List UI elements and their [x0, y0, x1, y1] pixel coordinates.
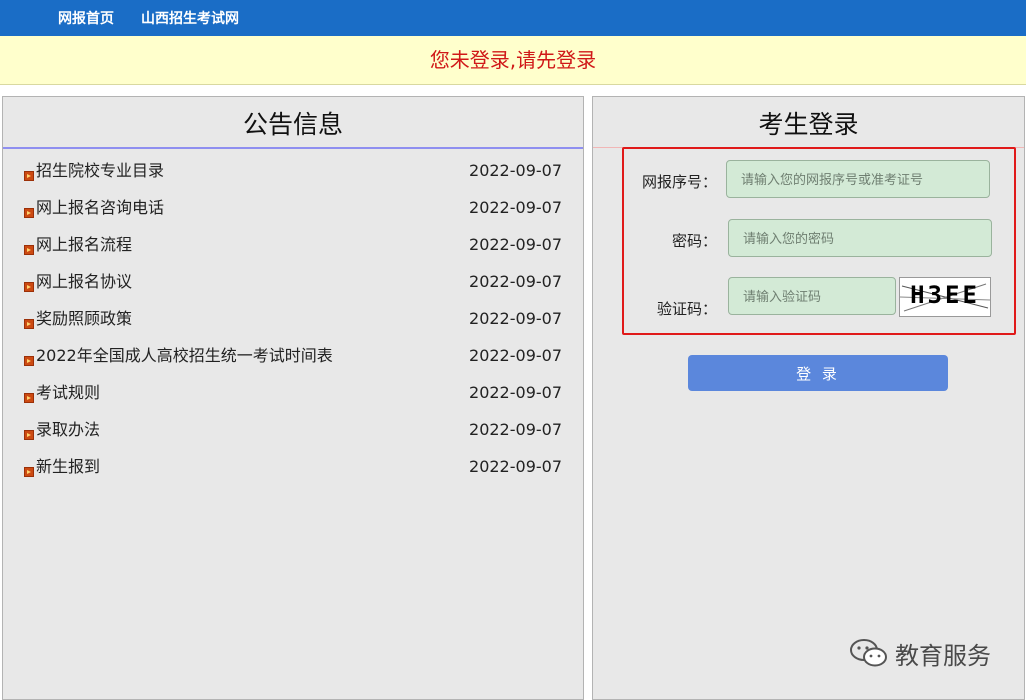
announcement-date: 2022-09-07: [469, 161, 562, 180]
login-button[interactable]: 登 录: [688, 355, 948, 391]
announcement-date: 2022-09-07: [469, 383, 562, 402]
reg-number-label: 网报序号：: [641, 173, 717, 191]
wechat-icon: [850, 639, 887, 667]
announcement-title: 公告信息: [3, 97, 583, 149]
login-required-alert: 您未登录,请先登录: [0, 36, 1026, 85]
arrow-bullet-icon: [24, 245, 34, 255]
announcement-link[interactable]: 招生院校专业目录: [36, 160, 164, 182]
announcement-link[interactable]: 网上报名咨询电话: [36, 197, 164, 219]
announcement-item[interactable]: 网上报名咨询电话 2022-09-07: [3, 197, 583, 234]
nav-link-home[interactable]: 网报首页: [58, 0, 114, 36]
watermark: 教育服务: [849, 636, 991, 670]
announcement-item[interactable]: 招生院校专业目录 2022-09-07: [3, 160, 583, 197]
nav-link-exam-site[interactable]: 山西招生考试网: [141, 0, 239, 36]
reg-number-input[interactable]: [726, 160, 990, 198]
announcement-panel: 公告信息 招生院校专业目录 2022-09-07 网上报名咨询电话 2022-0…: [2, 96, 584, 700]
arrow-bullet-icon: [24, 208, 34, 218]
announcement-item[interactable]: 录取办法 2022-09-07: [3, 419, 583, 456]
arrow-bullet-icon: [24, 430, 34, 440]
announcement-date: 2022-09-07: [469, 420, 562, 439]
announcement-item[interactable]: 网上报名协议 2022-09-07: [3, 271, 583, 308]
announcement-item[interactable]: 新生报到 2022-09-07: [3, 456, 583, 493]
arrow-bullet-icon: [24, 467, 34, 477]
password-label: 密码：: [671, 232, 717, 250]
announcement-link[interactable]: 奖励照顾政策: [36, 308, 132, 330]
announcement-date: 2022-09-07: [469, 346, 562, 365]
announcement-link[interactable]: 考试规则: [36, 382, 100, 404]
announcement-link[interactable]: 2022年全国成人高校招生统一考试时间表: [36, 345, 333, 367]
announcement-date: 2022-09-07: [469, 235, 562, 254]
captcha-input[interactable]: [728, 277, 896, 315]
arrow-bullet-icon: [24, 356, 34, 366]
login-panel: 考生登录 网报序号： 密码： 验证码： H3EE 登 录: [592, 96, 1025, 700]
watermark-text: 教育服务: [895, 641, 991, 670]
top-nav-bar: 网报首页 山西招生考试网: [0, 0, 1026, 36]
password-input[interactable]: [728, 219, 992, 257]
announcement-date: 2022-09-07: [469, 198, 562, 217]
announcement-date: 2022-09-07: [469, 309, 562, 328]
arrow-bullet-icon: [24, 282, 34, 292]
announcement-link[interactable]: 新生报到: [36, 456, 100, 478]
announcement-item[interactable]: 2022年全国成人高校招生统一考试时间表 2022-09-07: [3, 345, 583, 382]
captcha-image[interactable]: H3EE: [899, 277, 991, 317]
announcement-link[interactable]: 录取办法: [36, 419, 100, 441]
arrow-bullet-icon: [24, 393, 34, 403]
captcha-text: H3EE: [910, 281, 980, 309]
announcement-date: 2022-09-07: [469, 457, 562, 476]
login-title: 考生登录: [593, 97, 1024, 148]
announcement-date: 2022-09-07: [469, 272, 562, 291]
announcement-list: 招生院校专业目录 2022-09-07 网上报名咨询电话 2022-09-07 …: [3, 160, 583, 493]
announcement-item[interactable]: 网上报名流程 2022-09-07: [3, 234, 583, 271]
captcha-label: 验证码：: [656, 300, 717, 318]
announcement-item[interactable]: 考试规则 2022-09-07: [3, 382, 583, 419]
arrow-bullet-icon: [24, 171, 34, 181]
announcement-link[interactable]: 网上报名流程: [36, 234, 132, 256]
announcement-link[interactable]: 网上报名协议: [36, 271, 132, 293]
arrow-bullet-icon: [24, 319, 34, 329]
announcement-item[interactable]: 奖励照顾政策 2022-09-07: [3, 308, 583, 345]
